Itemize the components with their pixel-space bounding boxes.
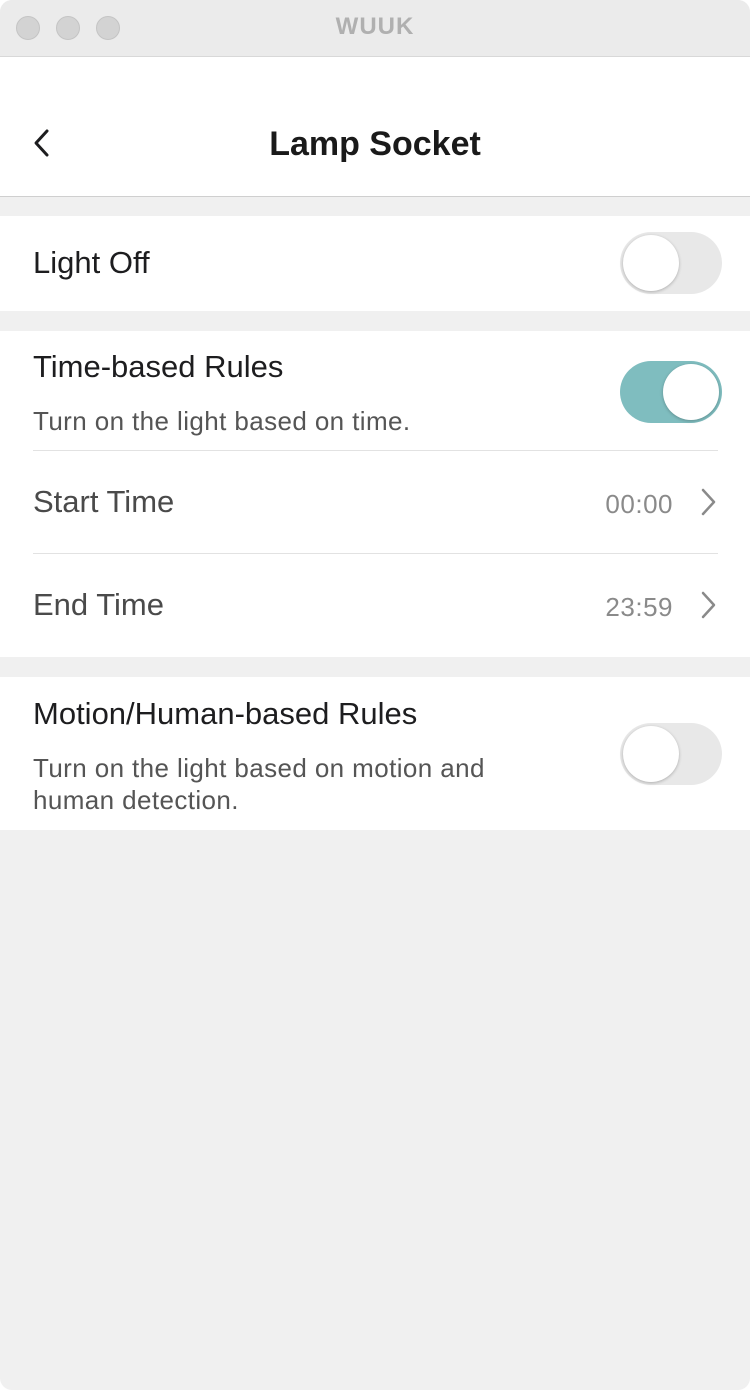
title-bar: WUUK — [0, 0, 750, 57]
time-rules-toggle[interactable] — [620, 361, 722, 423]
page-title: Lamp Socket — [269, 125, 481, 163]
window-title: WUUK — [335, 13, 415, 40]
motion-rules-toggle[interactable] — [620, 723, 722, 785]
end-time-value: 23:59 — [605, 592, 673, 622]
light-toggle[interactable] — [620, 232, 722, 294]
end-time-label: End Time — [33, 587, 164, 622]
light-section: Light Off — [0, 216, 750, 311]
time-rules-label: Time-based Rules — [33, 349, 284, 384]
motion-rules-description-line1: Turn on the light based on motion and — [33, 753, 485, 783]
toggle-knob — [623, 726, 679, 782]
app-window: WUUK Lamp Socket Light Off Time-based Ru… — [0, 0, 750, 1390]
end-time-row[interactable]: End Time 23:59 — [0, 554, 750, 657]
start-time-label: Start Time — [33, 484, 175, 519]
motion-rules-label: Motion/Human-based Rules — [33, 696, 418, 731]
start-time-row[interactable]: Start Time 00:00 — [0, 451, 750, 553]
chevron-right-icon — [701, 488, 716, 516]
time-rules-section: Time-based Rules Turn on the light based… — [0, 331, 750, 657]
time-rules-description: Turn on the light based on time. — [33, 406, 411, 436]
nav-bar: Lamp Socket — [0, 57, 750, 197]
motion-rules-section: Motion/Human-based Rules Turn on the lig… — [0, 677, 750, 830]
motion-rules-description-line2: human detection. — [33, 785, 239, 815]
chevron-right-icon — [701, 591, 716, 619]
light-label: Light Off — [33, 245, 150, 280]
start-time-value: 00:00 — [605, 489, 673, 519]
toggle-knob — [663, 364, 719, 420]
toggle-knob — [623, 235, 679, 291]
